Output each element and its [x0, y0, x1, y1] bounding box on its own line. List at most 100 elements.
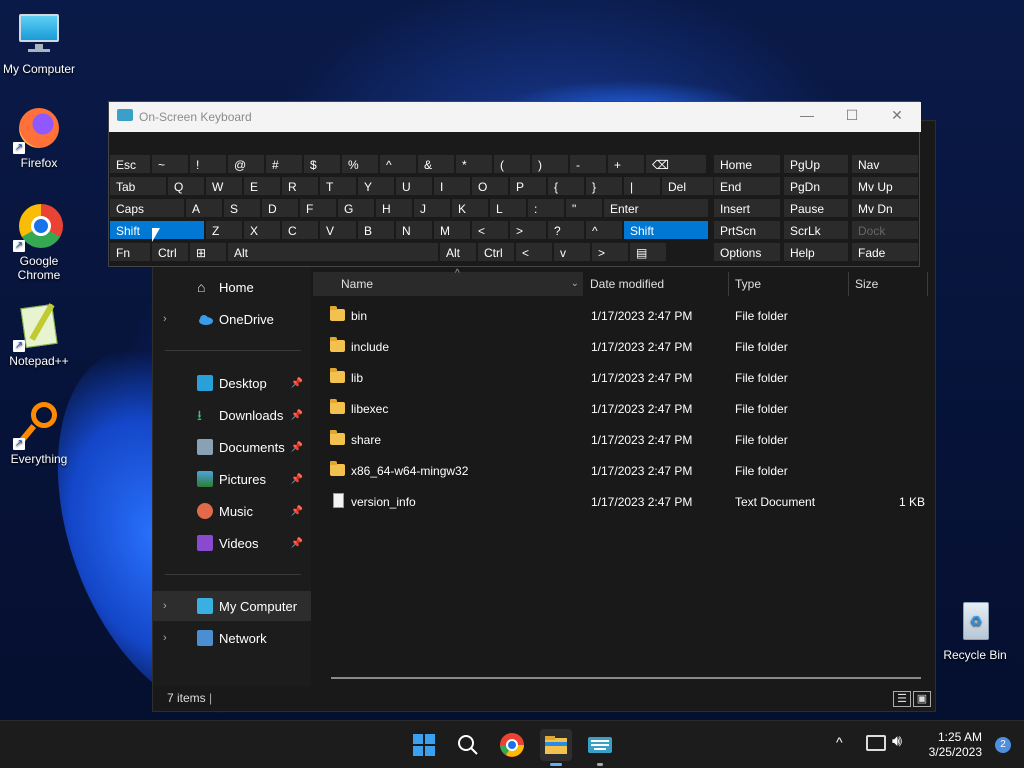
osk-key-t[interactable]: T	[319, 176, 357, 196]
pin-icon[interactable]: 📌	[291, 378, 303, 389]
nav-item-my-computer[interactable]: › My Computer	[153, 591, 311, 621]
nav-item-desktop[interactable]: Desktop 📌	[153, 368, 311, 398]
osk-key-y[interactable]: Y	[357, 176, 395, 196]
chevron-right-icon[interactable]: ›	[163, 313, 177, 325]
osk-key-e[interactable]: E	[243, 176, 281, 196]
desktop-icon-everything[interactable]: ↗ Everything	[0, 400, 79, 466]
osk-key-alt[interactable]: Alt	[439, 242, 477, 262]
nav-item-network[interactable]: › Network	[153, 623, 311, 653]
chevron-right-icon[interactable]: ›	[163, 632, 177, 644]
search-button[interactable]	[452, 729, 484, 761]
osk-key-options[interactable]: Options	[713, 242, 781, 262]
file-row[interactable]: share 1/17/2023 2:47 PM File folder	[313, 425, 935, 456]
osk-key-v[interactable]: V	[319, 220, 357, 240]
column-header-date[interactable]: Date modified	[590, 272, 725, 296]
nav-item-documents[interactable]: Documents 📌	[153, 432, 311, 462]
osk-key-symbol[interactable]: {	[547, 176, 585, 196]
osk-key-caps[interactable]: Caps	[109, 198, 185, 218]
osk-key-f[interactable]: F	[299, 198, 337, 218]
osk-key-symbol[interactable]: (	[493, 154, 531, 174]
osk-key-d[interactable]: D	[261, 198, 299, 218]
column-divider[interactable]	[848, 272, 849, 296]
maximize-icon[interactable]: ☐	[842, 107, 862, 124]
column-divider[interactable]	[728, 272, 729, 296]
osk-key-l[interactable]: L	[489, 198, 527, 218]
osk-key-help[interactable]: Help	[783, 242, 849, 262]
osk-key-w[interactable]: W	[205, 176, 243, 196]
column-header-name[interactable]: Name ⌄ ^	[313, 268, 583, 296]
osk-key-symbol[interactable]: >	[591, 242, 629, 262]
minimize-icon[interactable]: —	[797, 107, 817, 123]
osk-key-symbol[interactable]: |	[623, 176, 661, 196]
column-header-type[interactable]: Type	[735, 272, 845, 296]
close-icon[interactable]: ✕	[887, 107, 907, 124]
osk-key-fade[interactable]: Fade	[851, 242, 919, 262]
osk-key-v[interactable]: v	[553, 242, 591, 262]
osk-key-enter[interactable]: Enter	[603, 198, 709, 218]
file-row[interactable]: lib 1/17/2023 2:47 PM File folder	[313, 363, 935, 394]
osk-key-u[interactable]: U	[395, 176, 433, 196]
pin-icon[interactable]: 📌	[291, 410, 303, 421]
desktop-icon-my-computer[interactable]: My Computer	[0, 10, 79, 76]
column-header-size[interactable]: Size	[855, 272, 925, 296]
osk-key-i[interactable]: I	[433, 176, 471, 196]
osk-key-j[interactable]: J	[413, 198, 451, 218]
file-row[interactable]: x86_64-w64-mingw32 1/17/2023 2:47 PM Fil…	[313, 456, 935, 487]
osk-key-symbol[interactable]: )	[531, 154, 569, 174]
osk-key-r[interactable]: R	[281, 176, 319, 196]
chevron-right-icon[interactable]: ›	[163, 600, 177, 612]
desktop-icon-recycle-bin[interactable]: ♻ Recycle Bin	[935, 596, 1015, 662]
osk-key-end[interactable]: End	[713, 176, 781, 196]
osk-key-symbol[interactable]: >	[509, 220, 547, 240]
osk-key-symbol[interactable]: $	[303, 154, 341, 174]
osk-key-scrlk[interactable]: ScrLk	[783, 220, 849, 240]
osk-key-p[interactable]: P	[509, 176, 547, 196]
osk-key-insert[interactable]: Insert	[713, 198, 781, 218]
file-row[interactable]: version_info 1/17/2023 2:47 PM Text Docu…	[313, 487, 935, 518]
osk-key-symbol[interactable]: ^	[585, 220, 623, 240]
osk-key-symbol[interactable]: &	[417, 154, 455, 174]
chevron-down-icon[interactable]: ⌄	[571, 272, 579, 296]
taskbar-chrome[interactable]	[496, 729, 528, 761]
osk-key-nav[interactable]: Nav	[851, 154, 919, 174]
osk-key-symbol[interactable]: <	[515, 242, 553, 262]
osk-key-symbol[interactable]: ?	[547, 220, 585, 240]
osk-key-n[interactable]: N	[395, 220, 433, 240]
osk-key-symbol[interactable]: *	[455, 154, 493, 174]
osk-titlebar[interactable]: On-Screen Keyboard — ☐ ✕	[109, 102, 921, 132]
osk-key-pgdn[interactable]: PgDn	[783, 176, 849, 196]
osk-key-pgup[interactable]: PgUp	[783, 154, 849, 174]
osk-key-ctrl[interactable]: Ctrl	[151, 242, 189, 262]
file-row[interactable]: libexec 1/17/2023 2:47 PM File folder	[313, 394, 935, 425]
desktop-icon-notepadpp[interactable]: ↗ Notepad++	[0, 302, 79, 368]
osk-key-del[interactable]: Del	[661, 176, 721, 196]
nav-item-downloads[interactable]: ⭳ Downloads 📌	[153, 400, 311, 430]
osk-key-fn[interactable]: Fn	[109, 242, 151, 262]
osk-key-home[interactable]: Home	[713, 154, 781, 174]
osk-key-symbol[interactable]: !	[189, 154, 227, 174]
osk-key-esc[interactable]: Esc	[109, 154, 151, 174]
osk-key-k[interactable]: K	[451, 198, 489, 218]
osk-key-symbol[interactable]: ~	[151, 154, 189, 174]
osk-key-symbol[interactable]: ⌫	[645, 154, 707, 174]
osk-key-alt[interactable]: Alt	[227, 242, 439, 262]
desktop-icon-chrome[interactable]: ↗ Google Chrome	[0, 202, 79, 282]
osk-key-symbol[interactable]: ^	[379, 154, 417, 174]
network-status-icon[interactable]	[866, 735, 886, 751]
file-row[interactable]: bin 1/17/2023 2:47 PM File folder	[313, 301, 935, 332]
osk-key-pause[interactable]: Pause	[783, 198, 849, 218]
osk-key-prtscn[interactable]: PrtScn	[713, 220, 781, 240]
osk-key-m[interactable]: M	[433, 220, 471, 240]
pin-icon[interactable]: 📌	[291, 506, 303, 517]
osk-key-symbol[interactable]: ▤	[629, 242, 667, 262]
pin-icon[interactable]: 📌	[291, 442, 303, 453]
pin-icon[interactable]: 📌	[291, 474, 303, 485]
start-button[interactable]	[408, 729, 440, 761]
osk-key-ctrl[interactable]: Ctrl	[477, 242, 515, 262]
osk-key-a[interactable]: A	[185, 198, 223, 218]
pin-icon[interactable]: 📌	[291, 538, 303, 549]
osk-key-c[interactable]: C	[281, 220, 319, 240]
osk-key-mv-up[interactable]: Mv Up	[851, 176, 919, 196]
osk-key-symbol[interactable]: <	[471, 220, 509, 240]
osk-key-symbol[interactable]: +	[607, 154, 645, 174]
